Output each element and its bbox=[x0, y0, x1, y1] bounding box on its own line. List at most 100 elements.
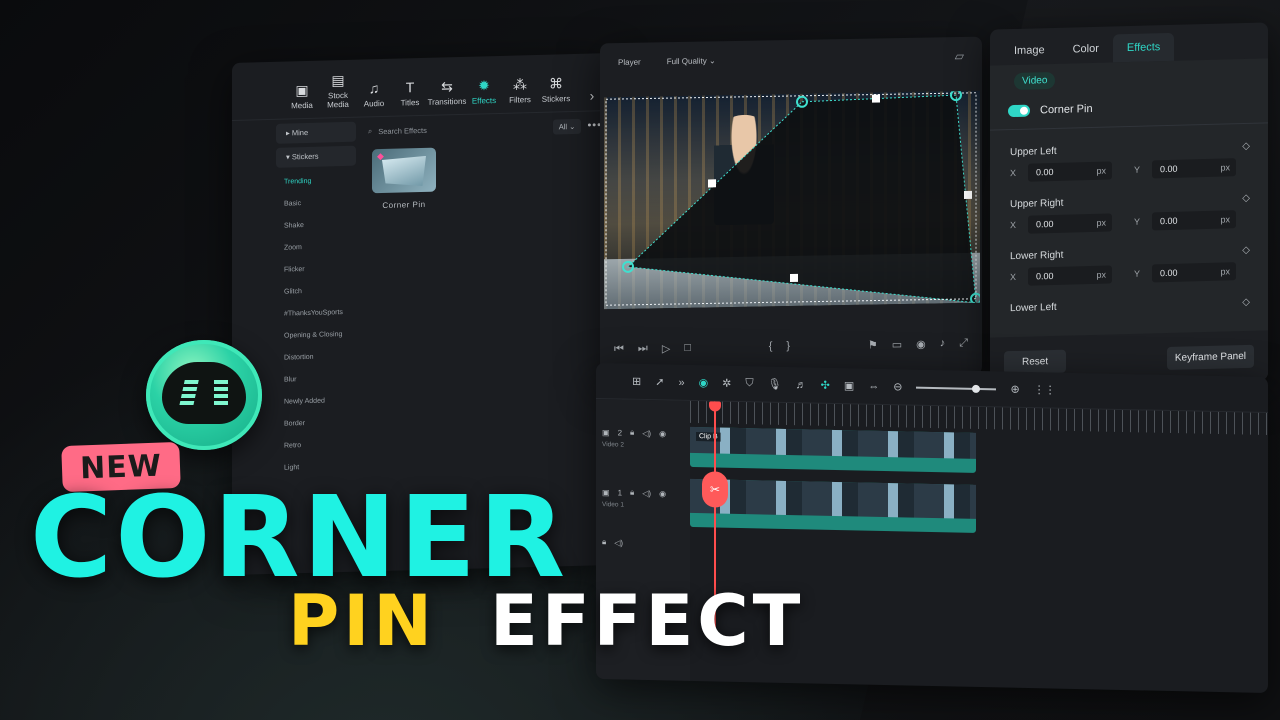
sidebar-item-shake[interactable]: Shake bbox=[276, 214, 356, 238]
eye-icon[interactable]: ◉ bbox=[659, 429, 666, 438]
toggle-label: Corner Pin bbox=[1040, 102, 1093, 117]
tab-stickers[interactable]: ⌘ Stickers bbox=[538, 75, 574, 104]
corner-pin-toggle[interactable] bbox=[1008, 104, 1030, 118]
music-list-icon[interactable]: ♬ bbox=[796, 379, 807, 391]
tab-filters[interactable]: ⁂ Filters bbox=[502, 76, 538, 105]
upper-left-x-field[interactable]: 0.00 px bbox=[1028, 161, 1112, 182]
stop-icon[interactable]: □ bbox=[684, 342, 691, 354]
volume-icon[interactable]: ◁) bbox=[642, 428, 651, 437]
sidebar-item-mine[interactable]: ▸ Mine bbox=[276, 121, 356, 144]
keyframe-diamond-icon[interactable]: ◇ bbox=[1242, 297, 1250, 308]
keyframe-panel-button[interactable]: Keyframe Panel bbox=[1166, 344, 1254, 370]
preview-icon[interactable]: ▣ bbox=[844, 379, 854, 392]
shield-icon[interactable]: ⛉ bbox=[745, 377, 753, 390]
zoom-slider[interactable] bbox=[916, 386, 997, 390]
resize-handle[interactable] bbox=[872, 94, 880, 103]
zoom-in-icon[interactable]: ⊕ bbox=[1010, 383, 1019, 396]
resize-handle[interactable] bbox=[964, 190, 972, 199]
tab-titles[interactable]: T Titles bbox=[392, 79, 428, 108]
keyframe-diamond-icon[interactable]: ◇ bbox=[1242, 245, 1250, 256]
snap-icon[interactable]: ✣ bbox=[821, 379, 830, 392]
sidebar-item-newly-added[interactable]: Newly Added bbox=[276, 390, 356, 414]
volume-icon[interactable]: ♪ bbox=[940, 337, 946, 349]
scissors-icon[interactable]: ✂ bbox=[702, 471, 728, 508]
sidebar-item-stickers[interactable]: ▾ Stickers bbox=[276, 145, 356, 168]
marker-icon[interactable]: ⚑ bbox=[868, 338, 878, 351]
lock-icon[interactable]: 🔒︎ bbox=[630, 428, 634, 438]
sidebar-item-basic[interactable]: Basic bbox=[276, 192, 356, 216]
upper-left-y-field[interactable]: 0.00 px bbox=[1152, 158, 1236, 179]
ai-tool-icon[interactable]: ◉ bbox=[699, 376, 709, 389]
tab-media[interactable]: ▣ Media bbox=[284, 82, 320, 111]
video-section-chip[interactable]: Video bbox=[1014, 71, 1056, 91]
resize-handle[interactable] bbox=[708, 179, 716, 188]
field-value: 0.00 bbox=[1036, 270, 1054, 282]
video-preview[interactable] bbox=[604, 90, 980, 310]
play-icon[interactable]: ▷ bbox=[662, 342, 670, 355]
quality-dropdown[interactable]: Full Quality ⌄ bbox=[667, 56, 716, 66]
tab-label: Stickers bbox=[541, 94, 571, 104]
select-tool-icon[interactable]: ➚ bbox=[655, 375, 664, 388]
player-panel: Player Full Quality ⌄ ▱ ⏮ ⏭ ▷ □ { } ⚑ ▭ … bbox=[600, 36, 982, 382]
tab-effects[interactable]: ✹ Effects bbox=[466, 77, 502, 106]
microphone-icon[interactable]: 🎙︎ bbox=[768, 378, 782, 391]
sidebar-item-retro[interactable]: Retro bbox=[276, 434, 356, 458]
next-frame-icon[interactable]: ⏭ bbox=[638, 342, 648, 355]
resize-handle[interactable] bbox=[790, 273, 798, 283]
search-input[interactable]: ⌕ Search Effects bbox=[368, 122, 547, 137]
corner-pin-overlay bbox=[605, 90, 980, 306]
lock-icon[interactable]: 🔒︎ bbox=[630, 488, 634, 498]
lower-right-y-field[interactable]: 0.00 px bbox=[1152, 262, 1236, 283]
tab-stock-media[interactable]: ▤ Stock Media bbox=[320, 72, 356, 110]
unit-label: px bbox=[1096, 165, 1106, 176]
sidebar-item-glitch[interactable]: Glitch bbox=[276, 280, 356, 304]
track-settings-icon[interactable]: ⋮⋮ bbox=[1034, 383, 1056, 396]
snapshot-view-icon[interactable]: ▱ bbox=[955, 49, 964, 63]
mark-in-icon[interactable]: { bbox=[769, 340, 773, 352]
corner-title: Lower Left bbox=[1010, 301, 1057, 315]
lock-icon[interactable]: 🔒︎ bbox=[602, 537, 606, 547]
fit-icon[interactable]: ⇔ bbox=[868, 380, 879, 392]
layout-icon[interactable]: ⊞ bbox=[632, 375, 641, 388]
more-tools-icon[interactable]: » bbox=[678, 376, 684, 388]
lower-right-x-field[interactable]: 0.00 px bbox=[1028, 265, 1112, 286]
prev-frame-icon[interactable]: ⏮ bbox=[614, 342, 624, 355]
render-icon[interactable]: ✲ bbox=[722, 377, 731, 390]
sidebar-item-border[interactable]: Border bbox=[276, 412, 356, 436]
zoom-out-icon[interactable]: ⊖ bbox=[893, 380, 902, 393]
tab-effects[interactable]: Effects bbox=[1112, 32, 1175, 63]
reset-button[interactable]: Reset bbox=[1004, 349, 1067, 374]
sidebar-item-flicker[interactable]: Flicker bbox=[276, 258, 356, 282]
display-icon[interactable]: ▭ bbox=[892, 338, 902, 351]
filter-dropdown[interactable]: All ⌄ bbox=[552, 118, 582, 135]
upper-right-x-field[interactable]: 0.00 px bbox=[1028, 213, 1112, 234]
title-effect: EFFECT bbox=[490, 580, 805, 662]
upper-right-y-field[interactable]: 0.00 px bbox=[1152, 210, 1236, 231]
sidebar-item-zoom[interactable]: Zoom bbox=[276, 236, 356, 260]
tab-transitions[interactable]: ⇆ Transitions bbox=[428, 78, 467, 107]
sidebar-item-blur[interactable]: Blur bbox=[276, 368, 356, 392]
sidebar-item-distortion[interactable]: Distortion bbox=[276, 346, 356, 370]
eye-icon[interactable]: ◉ bbox=[659, 489, 666, 498]
clip-b[interactable]: Clip B bbox=[690, 426, 976, 473]
mark-out-icon[interactable]: } bbox=[786, 340, 790, 352]
camera-icon[interactable]: ◉ bbox=[916, 337, 926, 350]
field-value: 0.00 bbox=[1160, 267, 1178, 279]
volume-icon[interactable]: ◁) bbox=[614, 538, 623, 547]
tab-image[interactable]: Image bbox=[1000, 36, 1059, 66]
video-track-icon: ▣ bbox=[602, 487, 610, 497]
keyframe-diamond-icon[interactable]: ◇ bbox=[1242, 193, 1250, 204]
title-line-1: CORNER bbox=[30, 473, 569, 603]
sidebar-item-trending[interactable]: Trending bbox=[276, 170, 356, 194]
logo-eye-right bbox=[214, 380, 228, 406]
y-label: Y bbox=[1134, 216, 1141, 227]
tab-audio[interactable]: ♫ Audio bbox=[356, 80, 392, 109]
fullscreen-icon[interactable]: ⤢ bbox=[959, 336, 968, 349]
sidebar-item-thankyousports[interactable]: #ThanksYouSports bbox=[276, 302, 356, 326]
keyframe-diamond-icon[interactable]: ◇ bbox=[1242, 141, 1250, 152]
volume-icon[interactable]: ◁) bbox=[642, 488, 651, 497]
sidebar-item-opening-closing[interactable]: Opening & Closing bbox=[276, 324, 356, 348]
effect-card-corner-pin[interactable]: ◆ Corner Pin bbox=[372, 147, 436, 211]
clip-a[interactable] bbox=[690, 478, 976, 533]
tab-color[interactable]: Color bbox=[1059, 34, 1113, 63]
